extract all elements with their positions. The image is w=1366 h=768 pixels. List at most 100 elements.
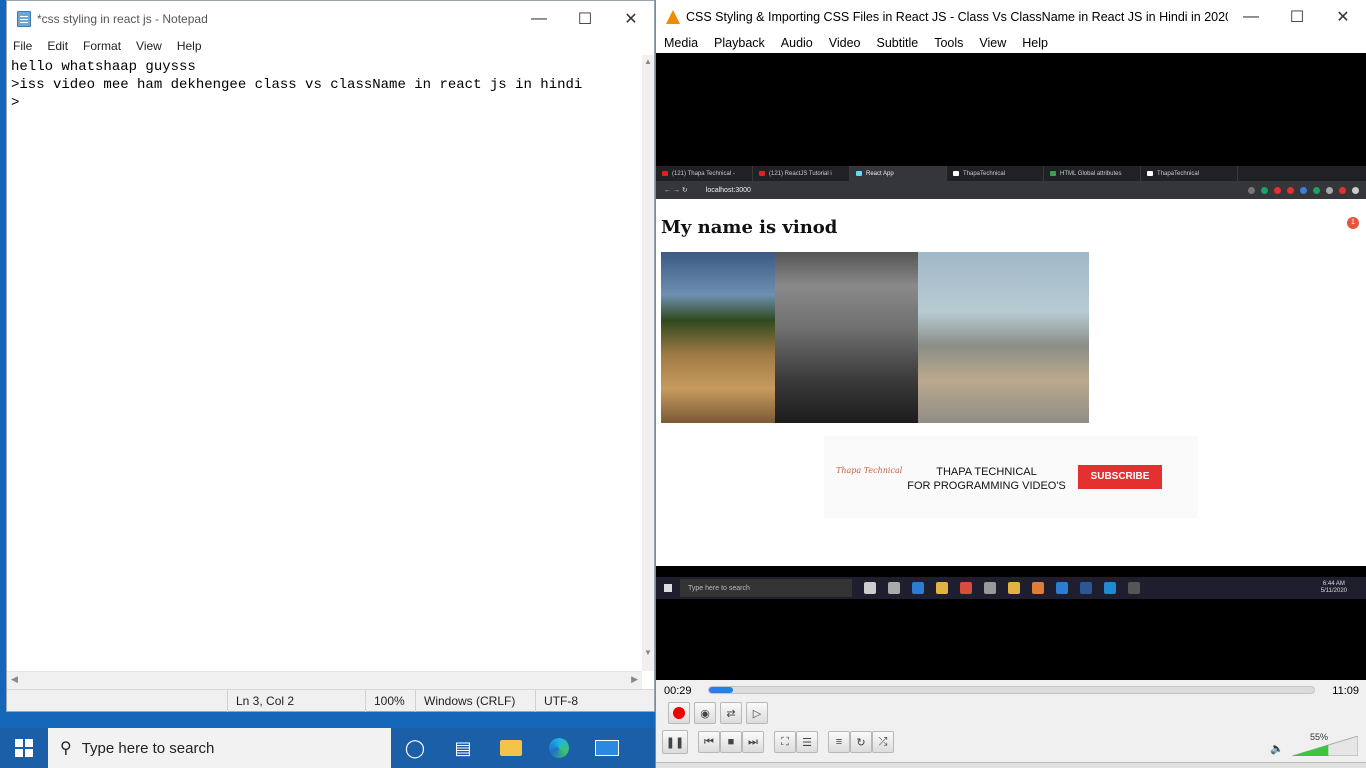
terminal-icon [1128,582,1140,594]
notepad-text-area[interactable]: hello whatshaap guysss >iss video mee ham… [7,55,642,671]
vertical-scrollbar[interactable]: ▲ ▼ [642,55,654,671]
frame-step-button[interactable]: ▷ [746,702,768,724]
extension-icon [1287,186,1294,194]
notepad-title-bar[interactable]: *css styling in react js - Notepad — ☐ ✕ [7,1,654,37]
vlc-cone-icon [666,9,680,24]
scroll-up-icon[interactable]: ▲ [644,57,652,66]
extended-settings-button[interactable]: ☰ [796,731,818,753]
app-icon [984,582,996,594]
scroll-left-icon[interactable]: ◀ [11,674,18,685]
nav-arrows-icon: ← → ↻ [664,187,688,194]
browser-tab: HTML Global attributes [1044,166,1141,181]
mail-icon[interactable] [583,728,631,768]
fullscreen-button[interactable]: ⛶ [774,731,796,753]
youtube-icon [662,171,668,176]
menu-tools[interactable]: Tools [934,33,963,53]
browser-page: My name is vinod 1 Thapa Technical THAPA… [656,199,1366,599]
playlist-icon: ≡ [835,736,843,748]
elapsed-time: 00:29 [664,685,692,697]
browser-address-bar: ← → ↻ localhost:3000 [656,181,1366,199]
clock-time: 6:44 AM [1322,581,1345,587]
previous-button[interactable]: ⏮ [698,731,720,753]
volume-control[interactable]: 🔈 55% [1270,732,1358,756]
speaker-icon[interactable]: 🔈 [1270,742,1284,755]
next-button[interactable]: ⏭ [742,731,764,753]
menu-edit[interactable]: Edit [47,37,76,55]
file-explorer-icon[interactable] [487,728,535,768]
cortana-icon[interactable]: ◯ [391,728,439,768]
tab-label: ThapaTechnical [963,170,1006,177]
seek-slider[interactable] [708,686,1315,694]
total-time: 11:09 [1332,685,1359,697]
notepad-icon [17,11,31,27]
record-icon [673,707,685,719]
scroll-down-icon[interactable]: ▼ [644,648,652,657]
vlc-window: CSS Styling & Importing CSS Files in Rea… [655,0,1366,768]
promo-line-2: FOR PROGRAMMING VIDEO'S [907,480,1066,492]
browser-tab-strip: (121) Thapa Technical - (121) ReactJS Tu… [656,166,1366,181]
loop-icon: ↻ [856,736,866,749]
clock-date: 5/11/2020 [1320,588,1347,594]
horizontal-scrollbar[interactable]: ◀ ▶ [7,671,642,689]
menu-view[interactable]: View [136,37,170,55]
menu-format[interactable]: Format [83,37,129,55]
edge-shape [549,738,569,758]
menu-file[interactable]: File [13,37,40,55]
record-button[interactable] [668,702,690,724]
browser-tab: ThapaTechnical [1141,166,1238,181]
page-icon [1147,171,1153,176]
menu-media[interactable]: Media [664,33,698,53]
minimize-button[interactable]: — [516,1,562,37]
close-button[interactable]: ✕ [1320,0,1366,35]
maximize-button[interactable]: ☐ [562,1,608,37]
url-text: localhost:3000 [705,186,751,194]
browser-tab: ThapaTechnical [947,166,1044,181]
snapshot-button[interactable]: ◉ [694,702,716,724]
word-icon [1080,582,1092,594]
menu-help[interactable]: Help [177,37,210,55]
menu-help[interactable]: Help [1022,33,1048,53]
skateboard-photo [918,252,1089,423]
vlc-menu-bar: Media Playback Audio Video Subtitle Tool… [656,33,1366,53]
video-taskbar-search: Type here to search [680,579,852,597]
menu-view[interactable]: View [979,33,1006,53]
zoom-level: 100% [365,690,415,712]
extension-icon [1274,186,1281,194]
file-explorer-icon [1008,582,1020,594]
extension-icon [1326,186,1333,194]
extension-icons [1248,186,1359,194]
minimize-button[interactable]: — [1228,0,1274,35]
menu-playback[interactable]: Playback [714,33,765,53]
store-icon [936,582,948,594]
pause-icon: ❚❚ [665,736,685,749]
vlc-title-bar[interactable]: CSS Styling & Importing CSS Files in Rea… [656,0,1366,33]
start-button[interactable] [0,728,48,768]
channel-promo: Thapa Technical THAPA TECHNICAL FOR PROG… [824,436,1198,518]
menu-audio[interactable]: Audio [781,33,813,53]
stop-button[interactable]: ■ [720,731,742,753]
cursor-position: Ln 3, Col 2 [227,690,377,712]
ab-loop-icon: ⇄ [726,707,736,720]
taskbar-search-box[interactable]: ⚲ Type here to search [48,728,391,768]
scroll-right-icon[interactable]: ▶ [631,674,638,685]
close-button[interactable]: ✕ [608,1,654,37]
loop-button[interactable]: ↻ [850,731,872,753]
notepad-menu-bar: File Edit Format View Help [7,37,654,55]
loop-ab-button[interactable]: ⇄ [720,702,742,724]
line-endings: Windows (CRLF) [415,690,535,712]
video-area[interactable]: (121) Thapa Technical - (121) ReactJS Tu… [656,53,1366,680]
menu-video[interactable]: Video [829,33,861,53]
menu-subtitle[interactable]: Subtitle [877,33,919,53]
task-view-icon[interactable]: ▤ [439,728,487,768]
notification-badge: 1 [1347,217,1359,229]
shuffle-button[interactable]: ⤮ [872,731,894,753]
pause-button[interactable]: ❚❚ [662,730,688,754]
windows-logo-icon [664,584,672,592]
maximize-button[interactable]: ☐ [1274,0,1320,35]
volume-slider[interactable] [1292,736,1358,756]
extension-icon [1248,186,1255,194]
playlist-button[interactable]: ≡ [828,731,850,753]
youtube-icon [759,171,765,176]
edge-icon[interactable] [535,728,583,768]
camera-icon: ◉ [700,707,710,720]
